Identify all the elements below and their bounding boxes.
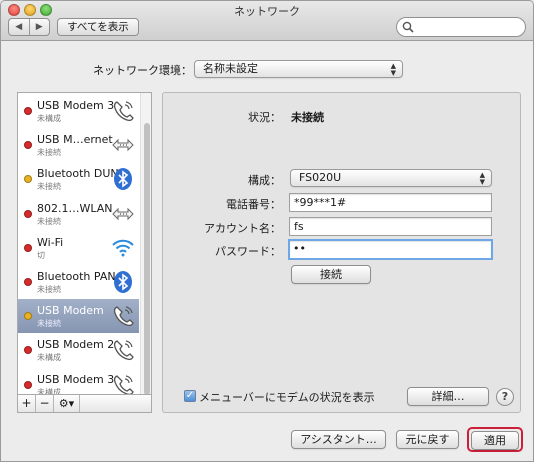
service-detail-panel: 状況： 未接続 構成： FS020U ▲ ▼ 電話番号： *99***1# アカウ… (162, 92, 521, 413)
service-status: 未接続 (37, 285, 61, 294)
password-field[interactable]: •• (288, 239, 493, 260)
apply-button[interactable]: 適用 (471, 431, 519, 450)
location-value: 名称未設定 (203, 62, 258, 75)
search-field[interactable] (396, 17, 526, 37)
service-list-scrollbar[interactable] (140, 93, 151, 394)
status-dot-icon (24, 209, 32, 218)
connect-button[interactable]: 接続 (291, 265, 371, 284)
show-modem-status-label: メニューバーにモデムの状況を表示 (199, 391, 375, 404)
service-name: USB M…ernet (37, 133, 113, 147)
account-name-field[interactable]: fs (289, 217, 492, 236)
service-list: USB Modem 3 未構成 USB Modem 2 未構成 USB Modem 未接続… (17, 92, 152, 395)
service-name: Bluetooth DUN (37, 167, 119, 181)
service-status: 未構成 (37, 387, 61, 395)
select-arrows-icon: ▲ ▼ (479, 171, 485, 186)
bluetooth-icon (111, 270, 135, 294)
service-item[interactable]: USB Modem 未接続 (18, 299, 139, 334)
service-list-toolbar: + − ⚙▾ (17, 395, 152, 413)
bluetooth-icon (111, 167, 135, 191)
status-dot-icon (24, 380, 32, 389)
service-status: 切 (37, 250, 45, 260)
service-status: 未接続 (37, 148, 61, 158)
service-item[interactable]: 802.1…WLAN 未接続 (18, 197, 139, 231)
add-service-button[interactable]: + (18, 395, 36, 412)
action-gear-button[interactable]: ⚙▾ (54, 395, 80, 412)
remove-service-button[interactable]: − (36, 395, 54, 412)
show-all-button[interactable]: すべてを表示 (57, 18, 139, 36)
service-item[interactable]: USB Modem 2 未構成 (18, 333, 139, 367)
ethernet-arrows-icon (111, 202, 135, 226)
service-item[interactable]: Bluetooth PAN 未接続 (18, 265, 139, 299)
service-name: USB Modem 2 (37, 338, 115, 352)
service-item[interactable]: Wi-Fi 切 (18, 231, 139, 265)
select-arrows-icon: ▲ ▼ (390, 62, 396, 77)
location-select[interactable]: 名称未設定 ▲ ▼ (194, 60, 403, 78)
location-label: ネットワーク環境： (93, 64, 192, 77)
navigation-buttons: ◀ ▶ (8, 18, 50, 36)
service-item[interactable]: USB Modem 3 未構成 (18, 94, 139, 128)
help-button[interactable]: ? (496, 388, 514, 406)
service-item[interactable]: USB Modem 3 未構成 (18, 368, 139, 395)
revert-button[interactable]: 元に戻す (396, 430, 459, 449)
forward-button[interactable]: ▶ (30, 19, 50, 35)
account-name-label: アカウント名： (204, 222, 281, 235)
status-dot-icon (24, 175, 32, 184)
service-status: 未接続 (37, 216, 61, 226)
status-dot-icon (24, 312, 32, 321)
status-dot-icon (24, 107, 32, 115)
service-name: Wi-Fi (37, 235, 64, 249)
service-name: 802.1…WLAN (37, 201, 113, 215)
service-name: USB Modem (37, 304, 104, 318)
service-name: USB Modem 3 (37, 372, 115, 386)
status-dot-icon (24, 141, 32, 150)
service-name: Bluetooth PAN (37, 270, 116, 283)
service-item[interactable]: USB M…ernet 未接続 (18, 128, 139, 162)
service-status: 未接続 (37, 319, 61, 329)
password-label: パスワード： (215, 245, 281, 258)
search-icon (402, 21, 414, 33)
scrollbar-thumb[interactable] (144, 123, 150, 394)
configuration-select[interactable]: FS020U ▲ ▼ (290, 169, 492, 187)
service-item[interactable]: Bluetooth DUN 未接続 (18, 162, 139, 196)
status-label: 状況： (248, 111, 281, 124)
service-status: 未構成 (37, 353, 61, 363)
service-name: USB Modem 3 (37, 99, 115, 112)
show-modem-status-checkbox[interactable]: ✓ (184, 390, 196, 402)
phone-modem-icon (111, 99, 135, 123)
phone-number-field[interactable]: *99***1# (289, 193, 492, 212)
assistant-button[interactable]: アシスタント… (291, 430, 386, 449)
toolbar: ネットワーク ◀ ▶ すべてを表示 (1, 1, 533, 41)
status-dot-icon (24, 278, 32, 286)
phone-modem-icon (111, 304, 135, 328)
ethernet-arrows-icon (111, 133, 135, 157)
status-value: 未接続 (291, 111, 324, 124)
configuration-value: FS020U (299, 171, 342, 184)
phone-number-label: 電話番号： (226, 198, 281, 211)
service-status: 未構成 (37, 114, 61, 123)
status-dot-icon (24, 346, 32, 355)
phone-modem-icon (111, 338, 135, 362)
wifi-icon (111, 236, 135, 260)
phone-modem-icon (111, 373, 135, 394)
network-preferences-window: ネットワーク ◀ ▶ すべてを表示 ネットワーク環境： 名称未設定 ▲ ▼ USB… (0, 0, 534, 462)
status-dot-icon (24, 243, 32, 252)
configuration-label: 構成： (248, 174, 281, 187)
back-button[interactable]: ◀ (9, 19, 30, 35)
advanced-button[interactable]: 詳細… (407, 387, 489, 406)
service-status: 未接続 (37, 182, 61, 192)
